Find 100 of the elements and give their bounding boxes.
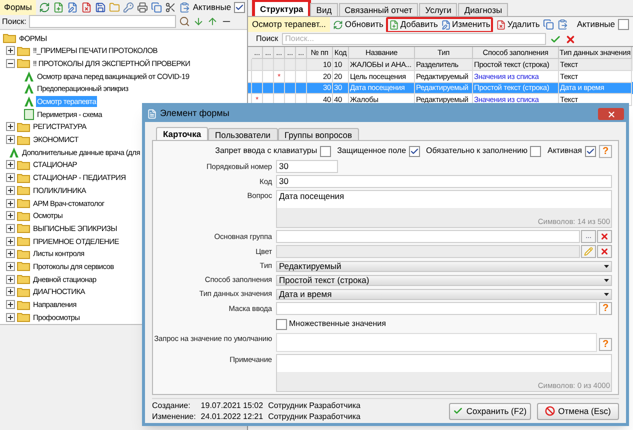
- arrow-down-icon[interactable]: [193, 16, 204, 28]
- paste-icon[interactable]: [556, 19, 568, 30]
- clear-icon[interactable]: [565, 34, 576, 44]
- delete-button[interactable]: Удалить: [496, 18, 540, 31]
- save-button[interactable]: Сохранить (F2): [449, 402, 531, 420]
- code-field[interactable]: 30: [276, 175, 612, 188]
- dropdown[interactable]: Дата и время: [276, 288, 612, 300]
- search-field[interactable]: [29, 15, 176, 28]
- folder-icon: [17, 261, 30, 272]
- color-field[interactable]: [276, 245, 580, 258]
- clear-button[interactable]: [597, 245, 612, 258]
- refresh-icon: [332, 20, 343, 30]
- arrow-up-icon[interactable]: [207, 16, 218, 28]
- query-field[interactable]: [276, 333, 597, 352]
- copy-icon[interactable]: [542, 19, 554, 30]
- add-icon[interactable]: [52, 2, 64, 13]
- folder-icon: [17, 210, 30, 221]
- form-name: Осмотр терапевт...: [248, 17, 330, 32]
- add-icon: [389, 20, 400, 30]
- scissors-icon[interactable]: [164, 2, 176, 13]
- tab[interactable]: Услуги: [419, 3, 458, 16]
- edit-button[interactable]: Изменить: [440, 18, 490, 31]
- close-icon: [600, 232, 609, 241]
- close-icon: [606, 110, 616, 118]
- edit-icon: [440, 20, 451, 30]
- checkbox-label: Обязательно к заполнению: [426, 145, 528, 157]
- checkbox[interactable]: [409, 146, 420, 156]
- document-icon: [147, 109, 157, 119]
- expand-icon[interactable]: [6, 262, 15, 271]
- tab[interactable]: Структура: [254, 1, 310, 16]
- expand-icon[interactable]: [6, 198, 15, 208]
- checkbox-label: Запрет ввода с клавиатуры: [215, 145, 318, 157]
- dropdown[interactable]: Редактируемый: [276, 260, 612, 272]
- checkbox-label: Активные: [576, 18, 615, 31]
- checkbox[interactable]: [320, 146, 332, 156]
- printer-icon[interactable]: [136, 2, 148, 13]
- checkbox-label: Активная: [547, 145, 582, 157]
- tab[interactable]: Диагнозы: [458, 3, 508, 16]
- info-value: Сотрудник Разработчика: [268, 400, 360, 411]
- expand-icon[interactable]: [6, 160, 15, 170]
- expand-icon[interactable]: [6, 249, 15, 258]
- panel-title: Формы: [0, 0, 36, 15]
- cancel-button[interactable]: Отмена (Esc): [537, 402, 619, 420]
- tab[interactable]: Вид: [310, 3, 338, 16]
- collapse-icon[interactable]: [6, 58, 15, 68]
- tab[interactable]: Связанный отчет: [338, 3, 418, 16]
- dropdown[interactable]: Простой текст (строка): [276, 274, 612, 286]
- triangle-icon: [9, 146, 19, 158]
- group-field[interactable]: [276, 230, 580, 243]
- refresh-icon[interactable]: [38, 2, 50, 13]
- caret-icon: [604, 292, 609, 296]
- refresh-button[interactable]: Обновить: [332, 18, 384, 31]
- expand-icon[interactable]: [6, 186, 15, 195]
- checkbox[interactable]: [618, 19, 629, 30]
- edit-icon[interactable]: [66, 2, 78, 13]
- close-button[interactable]: [598, 108, 624, 120]
- expand-icon[interactable]: [6, 274, 15, 284]
- checkbox[interactable]: [276, 318, 287, 330]
- search-icon[interactable]: [179, 16, 190, 28]
- checkbox[interactable]: [585, 146, 596, 156]
- expand-icon[interactable]: [6, 135, 15, 144]
- checkbox[interactable]: [234, 2, 246, 13]
- delete-icon[interactable]: [80, 2, 92, 13]
- folder-icon: [17, 160, 30, 170]
- copy-icon[interactable]: [150, 2, 162, 13]
- expand-icon[interactable]: [6, 122, 15, 132]
- info-label: Создание:: [152, 400, 192, 411]
- search-label: Поиск: [256, 33, 278, 45]
- paste-icon[interactable]: [178, 2, 190, 13]
- close-icon: [600, 247, 609, 256]
- folder-icon: [17, 46, 30, 56]
- key-icon[interactable]: [122, 2, 134, 13]
- number-field[interactable]: 30: [276, 160, 338, 173]
- checkbox-label: Активные: [192, 1, 232, 14]
- expand-icon[interactable]: [6, 287, 15, 296]
- search-label: Поиск:: [2, 16, 26, 28]
- add-button[interactable]: Добавить: [389, 18, 438, 31]
- tab[interactable]: Группы вопросов: [278, 128, 360, 140]
- expand-icon[interactable]: [6, 300, 15, 310]
- folder-icon: [17, 300, 30, 310]
- checkbox-label: Множественные значения: [289, 318, 386, 330]
- expand-icon[interactable]: [6, 211, 15, 220]
- mask-field[interactable]: [276, 302, 597, 315]
- expand-icon[interactable]: [6, 173, 15, 182]
- folder-icon: [17, 122, 30, 132]
- folder-icon: [17, 198, 30, 208]
- expand-icon[interactable]: [6, 46, 15, 56]
- checkbox[interactable]: [530, 146, 542, 156]
- tab[interactable]: Пользователи: [208, 128, 278, 140]
- search-field[interactable]: Поиск...: [282, 33, 546, 45]
- expand-icon[interactable]: [6, 236, 15, 246]
- apply-icon[interactable]: [550, 34, 562, 44]
- expand-icon[interactable]: [6, 312, 15, 322]
- expand-icon[interactable]: [6, 224, 15, 233]
- info-value: Сотрудник Разработчика: [268, 411, 360, 422]
- dialog-title: Элемент формы: [160, 107, 230, 120]
- save-icon[interactable]: [94, 2, 106, 13]
- folder-icon: [17, 286, 30, 297]
- clear-button[interactable]: [597, 230, 612, 243]
- tab[interactable]: Карточка: [156, 127, 208, 140]
